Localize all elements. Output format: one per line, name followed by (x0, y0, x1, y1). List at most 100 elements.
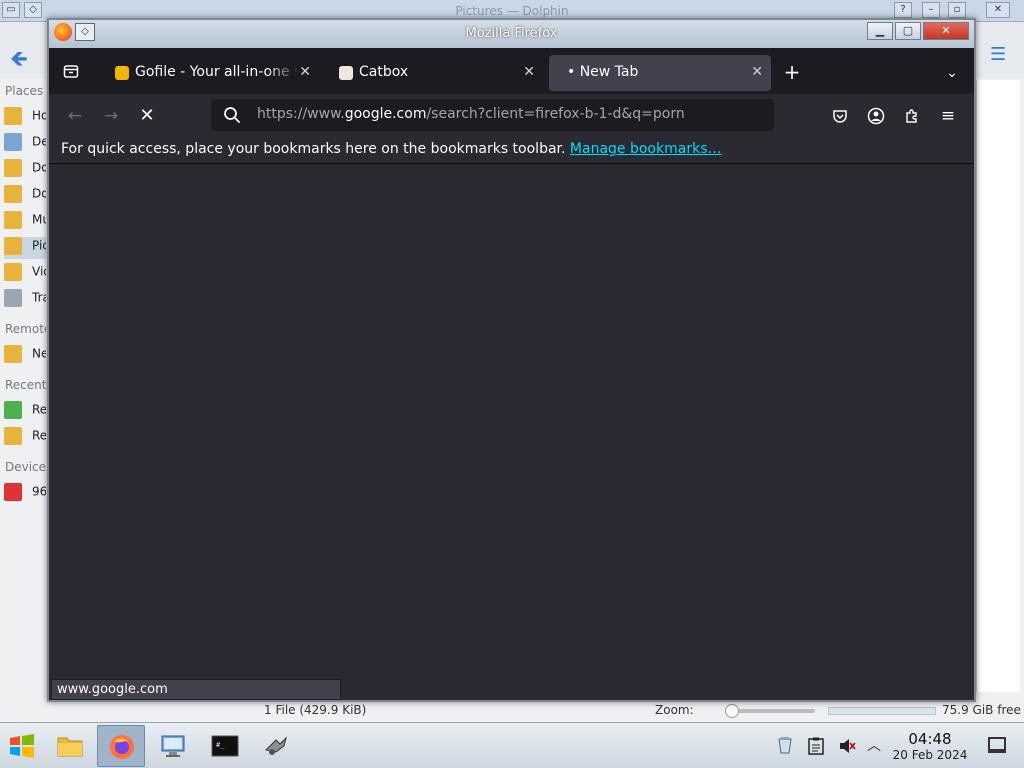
pocket-icon (833, 110, 847, 123)
stop-x-icon: ✕ (139, 105, 155, 126)
places-section-label: Places (5, 84, 44, 98)
places-item-videos[interactable]: Videos (4, 263, 46, 285)
places-item-label: Documents (32, 160, 46, 175)
url-prefix: https://www. (257, 106, 345, 122)
page-content[interactable]: www.google.com (49, 165, 974, 700)
url-domain: google.com (344, 106, 427, 122)
places-section-label: Devices (5, 460, 46, 474)
zoom-slider[interactable] (725, 704, 815, 718)
folder-music-icon (4, 211, 22, 229)
folder-home-icon (4, 107, 22, 125)
stop-button[interactable]: ✕ (133, 102, 161, 130)
dolphin-title: Pictures — Dolphin (455, 4, 569, 18)
taskbar-terminal[interactable]: #_ (201, 725, 249, 767)
forward-button[interactable]: → (97, 102, 125, 130)
back-button[interactable]: ← (61, 102, 89, 130)
tab-new-tab[interactable]: • New Tab ✕ (549, 55, 771, 91)
dolphin-back-icon[interactable]: 🡸 (10, 42, 28, 80)
folder-videos-icon (4, 263, 22, 281)
url-bar[interactable]: https://www.google.com/search?client=fir… (211, 99, 774, 131)
start-menu-button[interactable] (4, 728, 40, 764)
chevron-down-icon: ⌄ (946, 65, 958, 81)
account-button[interactable] (862, 102, 890, 130)
zoom-slider-handle[interactable] (725, 704, 739, 718)
status-panel: www.google.com (51, 679, 341, 700)
dolphin-help-icon[interactable]: ? (894, 2, 912, 18)
app-menu-button[interactable]: ≡ (934, 102, 962, 130)
taskbar-file-manager[interactable] (46, 725, 94, 767)
catbox-favicon-icon (339, 66, 353, 80)
extensions-button[interactable] (898, 102, 926, 130)
firefox-titlebar[interactable]: ◇ Mozilla Firefox ▁ ▢ ✕ (49, 20, 974, 48)
chevron-up-icon[interactable]: ︿ (866, 735, 882, 754)
places-panel: Places Home Desktop Documents Downloads … (0, 80, 46, 700)
folder-icon (57, 737, 83, 757)
places-item-label: Trash (32, 290, 46, 305)
places-item-downloads[interactable]: Downloads (4, 185, 46, 207)
save-to-pocket-button[interactable] (826, 102, 854, 130)
places-item-label: Downloads (32, 186, 46, 201)
tab-label: • New Tab (567, 64, 639, 80)
bookmarks-hint-text: For quick access, place your bookmarks h… (61, 141, 570, 157)
free-space-text: 75.9 GiB free (942, 703, 1021, 717)
places-item-recent-files[interactable]: Recent Files (4, 401, 46, 423)
hamburger-menu-icon: ≡ (940, 106, 956, 126)
places-item-network[interactable]: Network (4, 345, 46, 367)
firefox-view-button[interactable] (57, 58, 85, 84)
dolphin-maximize-icon[interactable]: ▫ (948, 2, 966, 18)
tab-gofile[interactable]: Gofile - Your all-in-one storage solutio… (103, 55, 319, 91)
clock-date[interactable]: 20 Feb 2024 (888, 748, 972, 762)
places-item-label: Home (32, 108, 46, 123)
zoom-label: Zoom: (655, 703, 694, 717)
svg-text:#_: #_ (216, 741, 225, 749)
drive-icon (4, 483, 22, 501)
close-tab-icon[interactable]: ✕ (299, 64, 311, 80)
minimize-button[interactable]: ▁ (867, 22, 893, 40)
places-item-label: Recent Files (32, 402, 46, 417)
taskbar-screenshot-tool[interactable] (252, 725, 300, 767)
tab-label: Catbox (359, 64, 409, 80)
dolphin-minimize-icon[interactable]: – (922, 2, 940, 18)
dolphin-file-view[interactable] (976, 80, 1020, 692)
trash-icon (4, 289, 22, 307)
taskbar-firefox[interactable] (97, 725, 145, 767)
tab-catbox[interactable]: Catbox ✕ (327, 55, 543, 91)
manage-bookmarks-link[interactable]: Manage bookmarks… (570, 141, 722, 157)
places-item-trash[interactable]: Trash (4, 289, 46, 311)
url-suffix: /search?client=firefox-b-1-d&q=porn (426, 106, 685, 122)
places-item-music[interactable]: Music (4, 211, 46, 233)
firefox-window: ◇ Mozilla Firefox ▁ ▢ ✕ Gofile - Your al… (47, 18, 976, 702)
maximize-button[interactable]: ▢ (895, 22, 921, 40)
dolphin-hamburger-menu-icon[interactable]: ☰ (990, 44, 1006, 65)
window-title: Mozilla Firefox (465, 26, 558, 41)
clipboard-icon[interactable] (808, 737, 824, 755)
show-desktop-icon[interactable] (988, 737, 1006, 753)
places-item-pictures[interactable]: Pictures (4, 237, 46, 259)
places-item-label: 96 (32, 484, 46, 499)
folder-documents-icon (4, 159, 22, 177)
folder-downloads-icon (4, 185, 22, 203)
dolphin-close-icon[interactable]: ✕ (986, 2, 1010, 18)
volume-muted-icon[interactable] (838, 737, 856, 755)
new-tab-button[interactable]: + (779, 60, 805, 86)
places-item-recent-locations[interactable]: Recent Locations (4, 427, 46, 449)
taskbar-system-settings[interactable] (149, 725, 197, 767)
places-item-label: Network (32, 346, 46, 361)
places-item-label: Music (32, 212, 46, 227)
bookmarks-toolbar: For quick access, place your bookmarks h… (49, 138, 974, 164)
clipboard-cup-icon[interactable] (776, 735, 794, 755)
places-section-label: Remote (5, 322, 46, 336)
places-item-home[interactable]: Home (4, 107, 46, 129)
url-text[interactable]: https://www.google.com/search?client=fir… (257, 106, 685, 122)
list-all-tabs-button[interactable]: ⌄ (939, 60, 965, 86)
places-item-device[interactable]: 96 (4, 483, 46, 505)
close-tab-icon[interactable]: ✕ (751, 64, 763, 80)
arrow-right-icon: → (103, 106, 119, 126)
close-window-button[interactable]: ✕ (923, 22, 969, 40)
places-item-documents[interactable]: Documents (4, 159, 46, 181)
close-tab-icon[interactable]: ✕ (523, 64, 535, 80)
puzzle-icon (906, 109, 917, 123)
places-item-desktop[interactable]: Desktop (4, 133, 46, 155)
clock-time[interactable]: 04:48 (893, 730, 967, 748)
places-item-label: Pictures (32, 238, 46, 253)
